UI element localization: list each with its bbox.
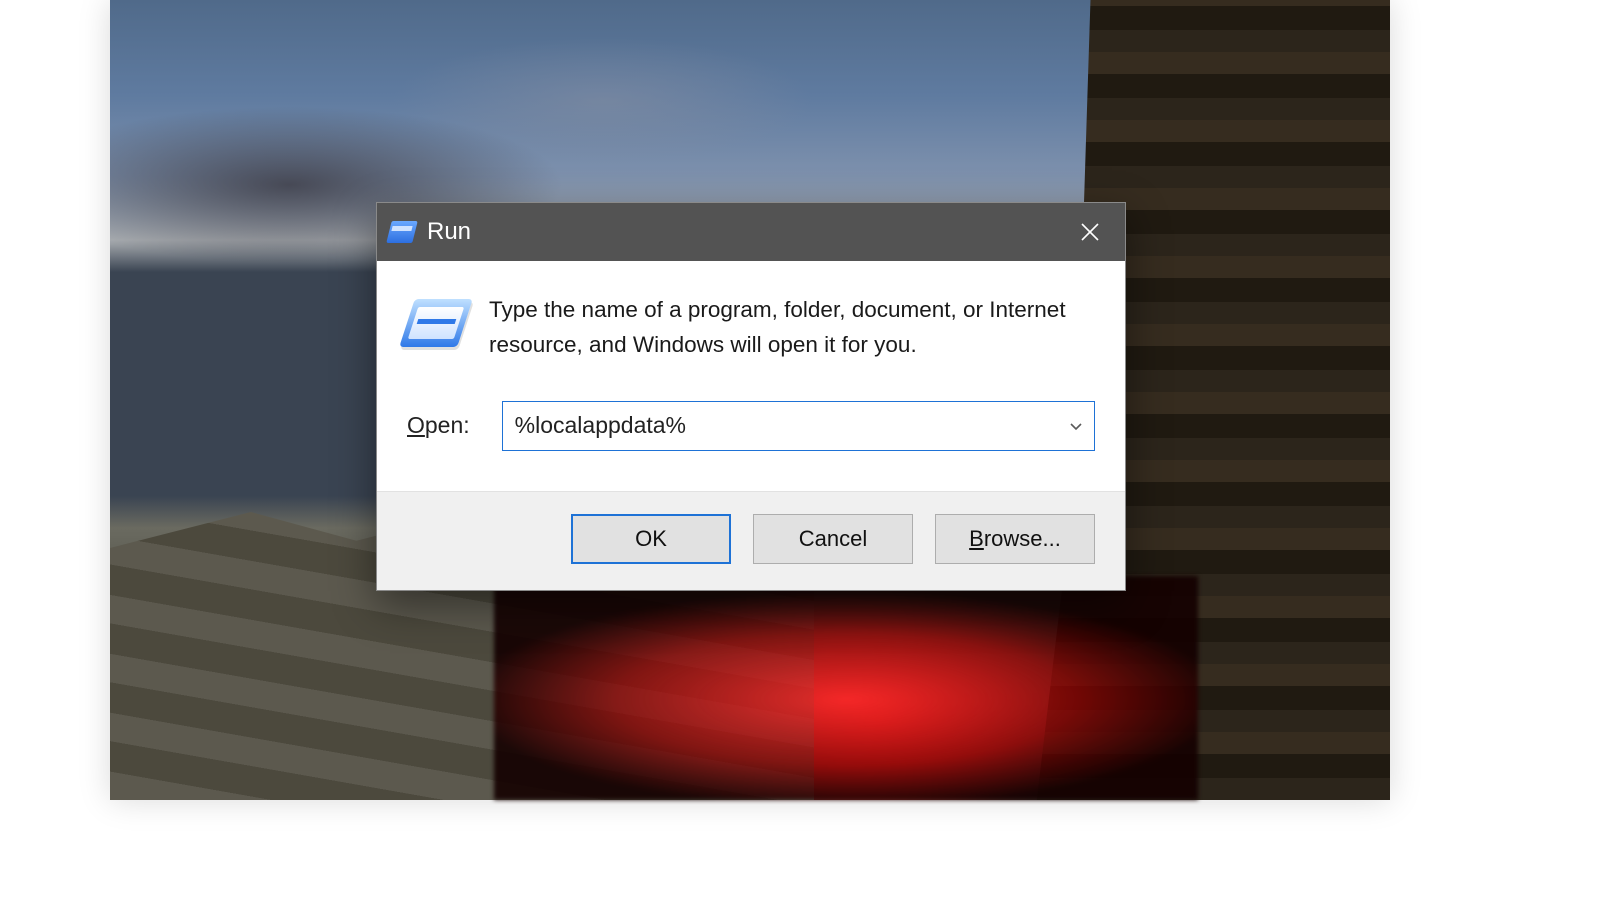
- run-titlebar-icon: [389, 221, 415, 243]
- cancel-button[interactable]: Cancel: [753, 514, 913, 564]
- titlebar[interactable]: Run: [377, 203, 1125, 261]
- browse-button-label: Browse...: [969, 526, 1061, 552]
- run-dialog: Run Type the name of a program, folder, …: [376, 202, 1126, 591]
- ok-button-label: OK: [635, 526, 667, 552]
- open-label: Open:: [407, 412, 470, 439]
- close-button[interactable]: [1055, 203, 1125, 261]
- browse-button[interactable]: Browse...: [935, 514, 1095, 564]
- dialog-title: Run: [427, 218, 1055, 246]
- dialog-body: Type the name of a program, folder, docu…: [377, 261, 1125, 391]
- dialog-button-row: OK Cancel Browse...: [377, 491, 1125, 590]
- run-icon: [407, 299, 465, 347]
- wallpaper-pool: [494, 576, 1198, 800]
- chevron-down-icon: [1068, 418, 1084, 434]
- combobox-dropdown-button[interactable]: [1058, 418, 1084, 434]
- open-row: Open:: [377, 391, 1125, 491]
- close-icon: [1080, 222, 1100, 242]
- ok-button[interactable]: OK: [571, 514, 731, 564]
- open-combobox[interactable]: [502, 401, 1095, 451]
- cancel-button-label: Cancel: [799, 526, 867, 552]
- open-input[interactable]: [515, 412, 1058, 439]
- dialog-description: Type the name of a program, folder, docu…: [489, 293, 1095, 363]
